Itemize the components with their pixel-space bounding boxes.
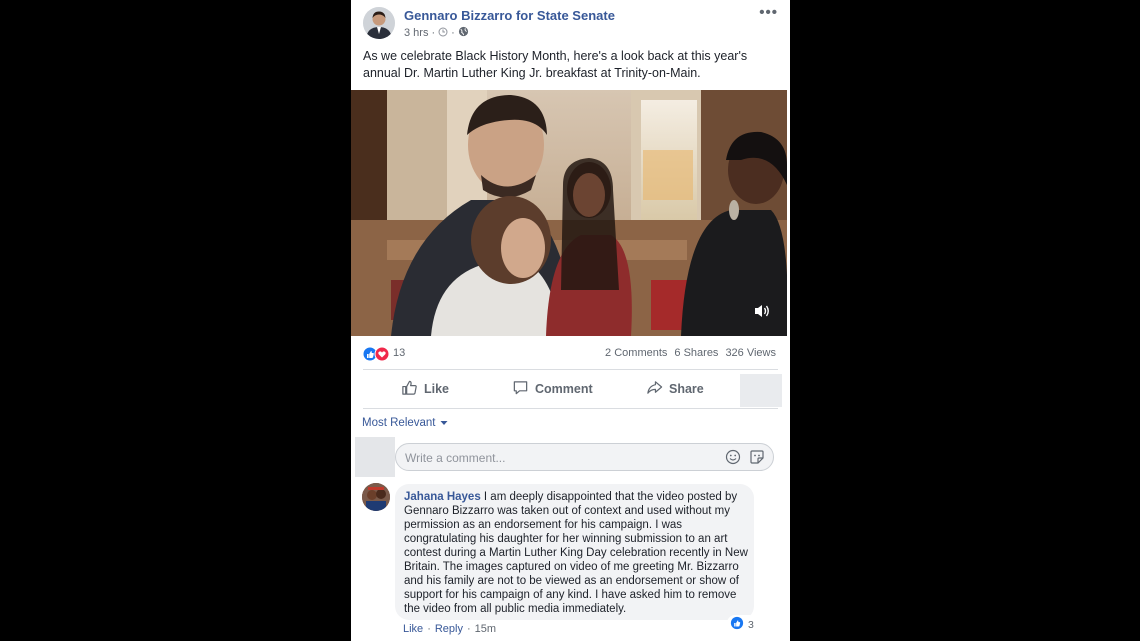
post-meta: 3 hrs · · <box>404 26 469 40</box>
comment-timestamp[interactable]: 15m <box>475 623 496 635</box>
more-icon[interactable]: ••• <box>759 4 778 21</box>
comment-reply-link[interactable]: Reply <box>435 623 463 635</box>
write-comment-placeholder: Write a comment... <box>405 451 506 465</box>
emoji-icon[interactable] <box>725 449 741 470</box>
post-header: Gennaro Bizzarro for State Senate 3 hrs … <box>351 0 790 44</box>
write-comment-input[interactable]: Write a comment... <box>395 443 774 471</box>
divider <box>363 369 778 370</box>
comment-like-link[interactable]: Like <box>403 623 423 635</box>
page-name-link[interactable]: Gennaro Bizzarro for State Senate <box>404 8 615 23</box>
like-button[interactable]: Like <box>401 372 449 406</box>
post-video[interactable] <box>351 90 787 336</box>
commenter-avatar[interactable] <box>362 483 390 511</box>
comment-text: I am deeply disappointed that the video … <box>404 491 748 615</box>
post-stats: 13 2 Comments 6 Shares 326 Views <box>351 344 790 364</box>
volume-icon[interactable] <box>753 303 771 324</box>
commenter-name-link[interactable]: Jahana Hayes <box>404 491 481 503</box>
meta-separator: · <box>431 27 436 39</box>
current-user-avatar <box>355 437 395 477</box>
comment-reaction-count: 3 <box>748 618 754 631</box>
page-avatar[interactable] <box>363 7 395 39</box>
share-label: Share <box>669 382 704 396</box>
meta-separator-2: · <box>451 27 455 39</box>
post-text: As we celebrate Black History Month, her… <box>363 49 748 80</box>
page-switcher-avatar[interactable] <box>740 374 782 407</box>
sort-label: Most Relevant <box>362 417 436 429</box>
comment-separator-2: · <box>466 623 471 635</box>
like-icon <box>401 379 418 399</box>
reactions-count[interactable]: 13 <box>393 347 405 359</box>
comment-reactions[interactable]: 3 <box>727 615 757 634</box>
comment-sort-dropdown[interactable]: Most Relevant <box>362 417 448 429</box>
views-count: 326 Views <box>725 347 776 359</box>
share-button[interactable]: Share <box>646 372 704 406</box>
comment-icon <box>512 379 529 399</box>
comment-body: Jahana Hayes I am deeply disappointed th… <box>404 490 748 616</box>
comment-button[interactable]: Comment <box>512 372 593 406</box>
post-actions: Like Comment Share <box>351 372 790 406</box>
share-icon <box>646 379 663 399</box>
like-reaction-icon <box>730 616 744 633</box>
comment-actions: Like · Reply · 15m <box>403 623 496 635</box>
divider <box>363 408 778 409</box>
post-timestamp[interactable]: 3 hrs <box>404 27 428 39</box>
chevron-down-icon <box>440 417 448 429</box>
comment-separator: · <box>427 623 431 635</box>
facebook-post: Gennaro Bizzarro for State Senate 3 hrs … <box>351 0 790 641</box>
globe-icon[interactable] <box>458 26 469 40</box>
like-label: Like <box>424 382 450 396</box>
comments-count[interactable]: 2 Comments <box>605 347 667 359</box>
comment-label: Comment <box>535 382 593 396</box>
sticker-icon[interactable] <box>749 449 765 470</box>
reaction-icons[interactable] <box>362 346 390 362</box>
shares-count[interactable]: 6 Shares <box>674 347 718 359</box>
comment-bubble: Jahana Hayes I am deeply disappointed th… <box>395 484 754 620</box>
clock-icon <box>438 27 448 40</box>
